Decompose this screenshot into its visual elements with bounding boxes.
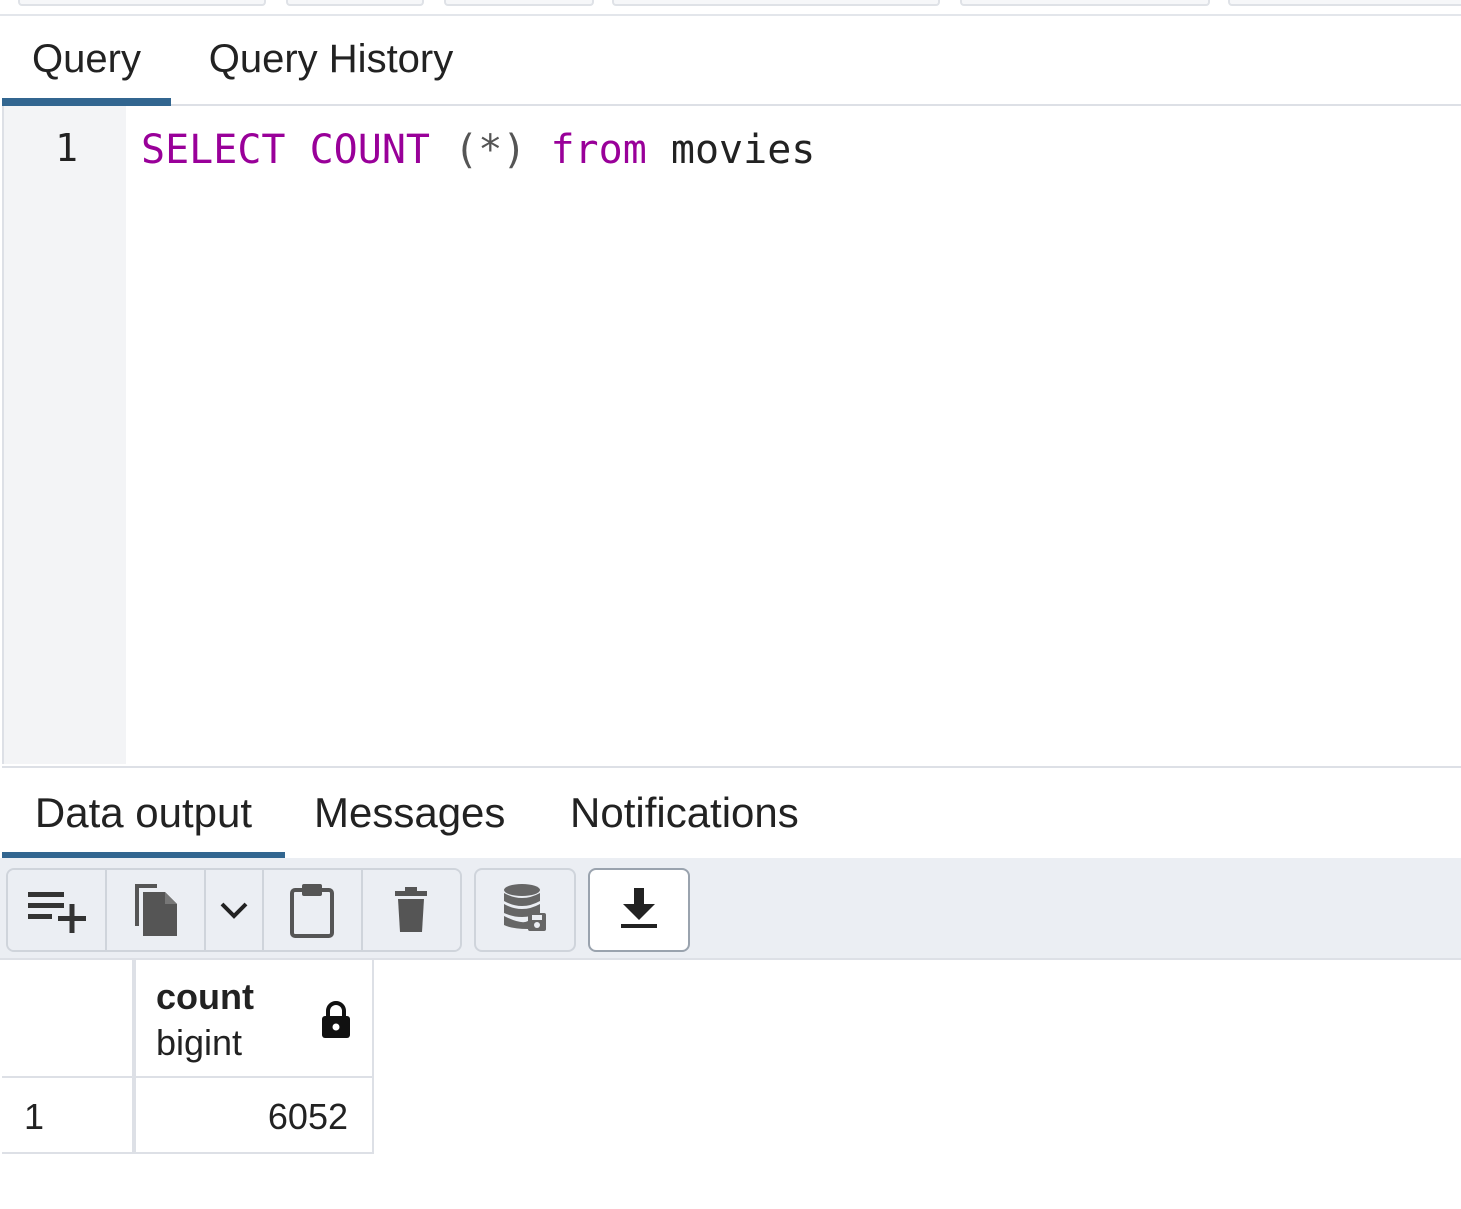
cropped-tab[interactable] xyxy=(286,0,424,6)
cropped-tab[interactable] xyxy=(1228,0,1461,6)
code-line[interactable]: SELECT COUNT (*) from movies xyxy=(141,126,815,174)
column-name: count xyxy=(156,976,254,1017)
download-button[interactable] xyxy=(588,868,690,952)
results-tab-bar: Data output Messages Notifications xyxy=(2,766,1461,860)
chevron-down-icon xyxy=(219,900,249,920)
row-number-header[interactable] xyxy=(2,960,134,1078)
add-row-button[interactable] xyxy=(8,870,108,950)
cropped-tab[interactable] xyxy=(18,0,266,6)
table-name: movies xyxy=(670,127,816,173)
delete-button[interactable] xyxy=(362,870,460,950)
copy-options-dropdown[interactable] xyxy=(206,870,264,950)
asterisk-arg: (*) xyxy=(454,127,527,173)
tab-query-history[interactable]: Query History xyxy=(200,16,462,104)
lock-icon xyxy=(320,1000,352,1045)
copy-button[interactable] xyxy=(107,870,207,950)
function-count: COUNT xyxy=(309,127,431,173)
line-number: 1 xyxy=(55,126,78,170)
query-tab-bar: Query Query History xyxy=(2,16,1461,106)
save-data-icon xyxy=(502,883,548,938)
keyword-from: from xyxy=(550,127,647,173)
data-cell[interactable]: 6052 xyxy=(134,1078,374,1154)
add-row-icon xyxy=(26,886,88,934)
paste-icon xyxy=(289,882,335,938)
cell-value: 6052 xyxy=(267,1096,348,1137)
tab-messages[interactable]: Messages xyxy=(314,768,505,858)
download-icon xyxy=(619,886,659,935)
column-type: bigint xyxy=(156,1022,243,1063)
tab-query[interactable]: Query xyxy=(2,16,171,106)
tab-notifications[interactable]: Notifications xyxy=(570,768,799,858)
keyword-select: SELECT xyxy=(141,127,286,173)
column-header-count[interactable]: count bigint xyxy=(134,960,374,1078)
tab-data-output[interactable]: Data output xyxy=(2,768,285,860)
paste-button[interactable] xyxy=(263,870,363,950)
row-number-cell[interactable]: 1 xyxy=(2,1078,134,1154)
sql-editor[interactable]: 1 SELECT COUNT (*) from movies xyxy=(2,106,1461,764)
row-number: 1 xyxy=(24,1096,45,1137)
cropped-tab[interactable] xyxy=(612,0,940,6)
copy-icon xyxy=(131,882,181,938)
save-data-button[interactable] xyxy=(474,868,576,952)
cropped-tab[interactable] xyxy=(960,0,1210,6)
cropped-tab[interactable] xyxy=(444,0,594,6)
top-tab-strip xyxy=(0,0,1461,16)
edit-button-group xyxy=(6,868,462,952)
delete-icon xyxy=(393,886,429,934)
line-number-gutter: 1 xyxy=(4,106,126,764)
results-toolbar xyxy=(0,858,1461,960)
